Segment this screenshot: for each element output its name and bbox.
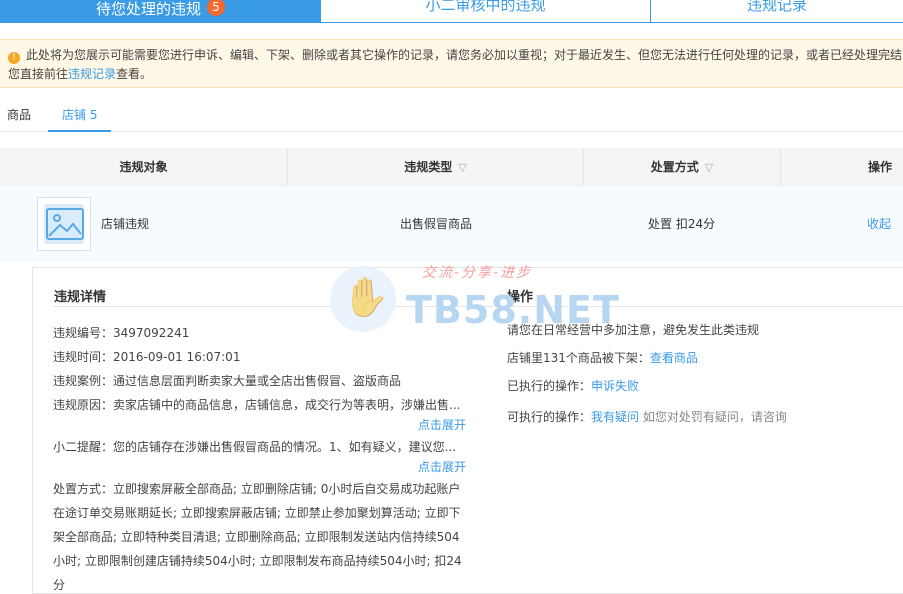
collapse-link[interactable]: 收起 (867, 186, 891, 262)
table-row: 店铺违规 出售假冒商品 处置 扣24分 收起 (0, 186, 903, 262)
category-tabs: 商品 店铺 5 (0, 106, 903, 132)
violation-id: 违规编号：3497092241 (53, 326, 190, 340)
divider (507, 306, 903, 307)
warning-icon: ! (8, 52, 20, 64)
violation-reason: 违规原因：卖家店铺中的商品信息，店铺信息，成交行为等表明，涉嫌出售... (53, 398, 461, 412)
divider (53, 306, 493, 307)
column-header-object: 违规对象 (0, 148, 288, 186)
column-header-action: 操作 (781, 148, 903, 186)
expand-reason-link[interactable]: 点击展开 (418, 416, 466, 433)
notice-line-2: 您直接前往违规记录查看。 (8, 65, 903, 84)
handling-line: 处置方式：立即搜索屏蔽全部商品; 立即删除店铺; 0小时后自交易成功起账户 (53, 482, 461, 496)
appeal-failed-link[interactable]: 申诉失败 (591, 379, 639, 393)
violation-type: 出售假冒商品 (400, 217, 473, 231)
staff-reminder: 小二提醒：您的店铺存在涉嫌出售假冒商品的情况。1、如有疑义，建议您... (53, 440, 457, 454)
violation-tabs: 待您处理的违规 5 小二审核中的违规 违规记录 (0, 0, 903, 23)
violation-time: 违规时间：2016-09-01 16:07:01 (53, 350, 241, 364)
available-operation-line: 可执行的操作：我有疑问 如您对处罚有疑问，请咨询 (507, 408, 787, 425)
tab-shop[interactable]: 店铺 5 (48, 106, 112, 132)
tab-pending-violations[interactable]: 待您处理的违规 5 (0, 0, 321, 22)
violation-object: 店铺违规 (101, 217, 150, 231)
view-goods-link[interactable]: 查看商品 (650, 351, 698, 365)
notice-text-pre: 您直接前往 (8, 67, 69, 81)
violation-detail-panel: 违规详情 违规编号：3497092241 违规时间：2016-09-01 16:… (32, 267, 903, 594)
tab-label: 违规记录 (746, 0, 807, 14)
handling-line: 分 (53, 578, 66, 592)
tab-violation-records[interactable]: 违规记录 (651, 0, 903, 22)
detail-title: 违规详情 (54, 290, 107, 305)
handling-method: 处置 扣24分 (648, 217, 716, 231)
tab-label: 待您处理的违规 (95, 0, 201, 18)
tab-goods[interactable]: 商品 (0, 106, 38, 130)
operations-advice: 请您在日常经营中多加注意，避免发生此类违规 (507, 323, 760, 337)
filter-icon[interactable]: ▽ (458, 149, 466, 187)
delisted-goods-text: 店铺里131个商品被下架： (507, 351, 650, 365)
column-header-type[interactable]: 违规类型 ▽ (288, 148, 584, 186)
violation-case: 违规案例：通过信息层面判断卖家大量或全店出售假冒、盗版商品 (53, 374, 402, 388)
header-label: 违规对象 (119, 160, 168, 174)
executed-operation-line: 已执行的操作：申诉失败 (507, 377, 639, 394)
executed-operation-label: 已执行的操作： (507, 379, 592, 393)
question-link[interactable]: 我有疑问 (591, 410, 639, 424)
notice-banner: ! 此处将为您展示可能需要您进行申诉、编辑、下架、删除或者其它操作的记录，请您务必… (0, 39, 903, 88)
tab-label: 小二审核中的违规 (425, 0, 546, 14)
image-placeholder-icon (37, 197, 91, 251)
available-operation-label: 可执行的操作： (507, 410, 592, 424)
operations-title: 操作 (507, 290, 534, 305)
header-label: 违规类型 (404, 160, 453, 174)
handling-line: 小时; 立即限制创建店铺持续504小时; 立即限制发布商品持续504小时; 扣2… (53, 554, 462, 568)
count-badge: 5 (207, 0, 225, 16)
notice-line-1: ! 此处将为您展示可能需要您进行申诉、编辑、下架、删除或者其它操作的记录，请您务必… (8, 46, 903, 65)
handling-line: 架全部商品; 立即特种类目清退; 立即删除商品; 立即限制发送站内信持续504 (53, 530, 460, 544)
filter-icon[interactable]: ▽ (705, 149, 713, 187)
question-hint: 如您对处罚有疑问，请咨询 (642, 410, 787, 424)
notice-text-post: 查看。 (116, 67, 153, 81)
header-label: 处置方式 (650, 160, 699, 174)
header-label: 操作 (867, 160, 892, 174)
table-header: 违规对象 违规类型 ▽ 处置方式 ▽ 操作 (0, 148, 903, 186)
notice-text: 此处将为您展示可能需要您进行申诉、编辑、下架、删除或者其它操作的记录，请您务必加… (26, 48, 903, 62)
expand-reminder-link[interactable]: 点击展开 (418, 458, 466, 475)
delisted-goods-line: 店铺里131个商品被下架：查看商品 (507, 349, 698, 366)
column-header-handling[interactable]: 处置方式 ▽ (584, 148, 781, 186)
violation-records-link[interactable]: 违规记录 (68, 67, 116, 81)
tab-under-review[interactable]: 小二审核中的违规 (321, 0, 651, 22)
handling-line: 在途订单交易账期延长; 立即搜索屏蔽店铺; 立即禁止参加聚划算活动; 立即下 (53, 506, 461, 520)
